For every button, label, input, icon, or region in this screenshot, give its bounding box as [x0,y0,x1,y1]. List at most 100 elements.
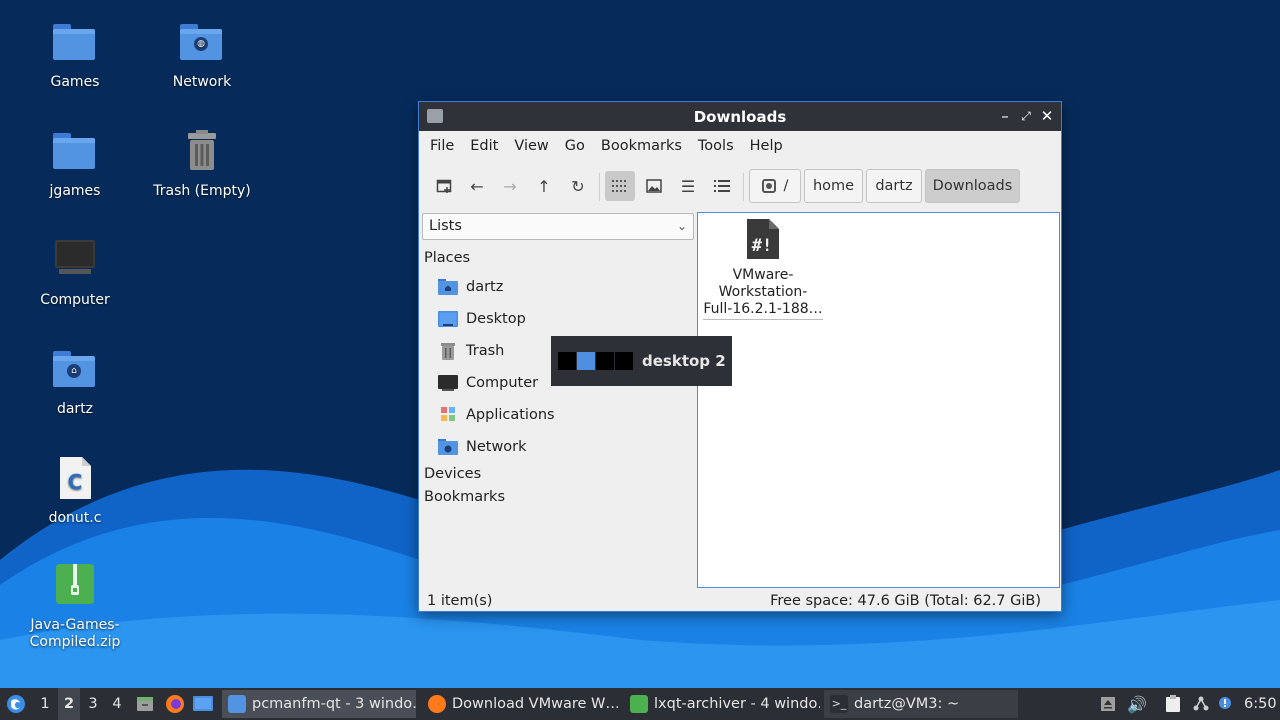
drive-icon [761,179,776,193]
place-trash[interactable]: Trash [438,338,504,364]
task-label: pcmanfm-qt - 3 windo… [252,696,416,712]
desktop-icon-donut-c[interactable]: C donut.c [15,456,135,527]
desktop-icon-label: jgames [49,183,101,199]
clock[interactable]: 6:50 [1244,688,1277,720]
breadcrumb-dartz[interactable]: dartz [866,169,922,203]
file-item[interactable]: #! VMware- Workstation- Full-16.2.1-188… [703,219,823,320]
desktop-switch-2[interactable]: 2 [58,688,80,720]
task-lxqt-archiver[interactable]: lxqt-archiver - 4 windo… [624,690,820,718]
trash-icon [178,129,226,177]
close-button[interactable]: ✕ [1037,106,1057,126]
devices-header[interactable]: Devices [424,466,481,482]
desktop-icon-trash[interactable]: Trash (Empty) [142,129,262,200]
desktop-switch-4[interactable]: 4 [106,688,128,720]
taskbar: 1 2 3 4 pcmanfm-qt - 3 windo… Download V… [0,688,1280,720]
task-terminal[interactable]: >_ dartz@VM3: ~ [824,690,1018,718]
desktop-icon-label: donut.c [48,510,102,526]
volume-icon[interactable]: 🔊 [1126,688,1148,720]
up-arrow-icon[interactable]: ↑ [529,171,559,201]
show-desktop-icon[interactable] [192,688,214,720]
home-folder-icon: ⌂ [53,351,95,387]
file-view[interactable]: #! VMware- Workstation- Full-16.2.1-188… [697,212,1060,588]
firefox-icon[interactable] [164,688,186,720]
place-desktop[interactable]: Desktop [438,306,526,332]
folder-icon [53,24,95,60]
compact-view-icon[interactable]: ☰ [673,171,703,201]
tray-eject-icon[interactable] [1098,688,1118,720]
terminal-icon: >_ [830,695,848,713]
menu-help[interactable]: Help [743,138,790,154]
place-label: Computer [466,375,539,391]
icon-view-icon[interactable] [605,171,635,201]
breadcrumb-home[interactable]: home [804,169,863,203]
place-computer[interactable]: Computer [438,370,538,396]
minimize-button[interactable]: – [995,106,1015,126]
desktop-icon-label: dartz [56,401,94,417]
back-arrow-icon[interactable]: ← [462,171,492,201]
menu-go[interactable]: Go [558,138,592,154]
desktop-icon-network[interactable]: ◍ Network [142,20,262,91]
desktop-cell-current [577,352,595,370]
breadcrumb-root-label: / [783,178,789,194]
update-notifier-icon[interactable] [1214,688,1236,720]
desktop-cell [558,352,576,370]
desktop-icon-jgames[interactable]: jgames [15,129,135,200]
status-bar: 1 item(s) Free space: 47.6 GiB (Total: 6… [419,589,1061,613]
desktop-switch-1[interactable]: 1 [34,688,56,720]
bookmarks-header[interactable]: Bookmarks [424,489,505,505]
c-source-file-icon: C [51,456,99,504]
place-label: dartz [466,279,504,295]
computer-icon [438,374,458,392]
side-pane-mode-select[interactable]: Lists ⌄ [422,213,694,240]
maximize-button[interactable]: ⤢ [1016,106,1036,126]
desktop-icon-dartz[interactable]: ⌂ dartz [15,347,135,418]
place-label: Applications [466,407,555,423]
desktop-icon-computer[interactable]: Computer [15,238,135,309]
desktop-switch-3[interactable]: 3 [82,688,104,720]
breadcrumb-downloads[interactable]: Downloads [925,169,1020,203]
network-status-icon[interactable] [1190,688,1212,720]
clipboard-icon[interactable] [1162,688,1184,720]
network-folder-icon: ◍ [180,24,222,60]
desktop-icon-label: Network [172,74,232,90]
thumbnail-view-icon[interactable] [639,171,669,201]
place-dartz[interactable]: dartz [438,274,503,300]
home-folder-icon [438,278,458,296]
task-firefox[interactable]: Download VMware W… [422,690,618,718]
desktop-icon-label: Java-Games- Compiled.zip [29,617,121,650]
detailed-list-view-icon[interactable] [707,171,737,201]
file-manager-window: Downloads – ⤢ ✕ File Edit View Go Bookma… [418,101,1062,612]
file-name: VMware- Workstation- Full-16.2.1-188… [703,267,823,320]
folder-icon [53,133,95,169]
forward-arrow-icon[interactable]: → [495,171,525,201]
side-pane: Lists ⌄ Places dartz Desktop Trash Compu… [421,212,695,588]
window-folder-icon [427,109,443,123]
menu-view[interactable]: View [507,138,555,154]
breadcrumb-root[interactable]: / [749,169,801,203]
desktop-icon-games[interactable]: Games [15,20,135,91]
menu-file[interactable]: File [423,138,461,154]
side-pane-mode-value: Lists [429,218,462,234]
menu-tools[interactable]: Tools [691,138,741,154]
zip-archive-icon [630,695,648,713]
menu-edit[interactable]: Edit [463,138,505,154]
file-manager-launcher-icon[interactable] [134,688,156,720]
task-label: dartz@VM3: ~ [854,696,960,712]
menubar: File Edit View Go Bookmarks Tools Help [419,131,1061,161]
menu-bookmarks[interactable]: Bookmarks [594,138,689,154]
main-menu-icon[interactable] [4,688,28,720]
task-pcmanfm[interactable]: pcmanfm-qt - 3 windo… [222,690,416,718]
desktop-switch-osd: desktop 2 [551,336,732,386]
place-network[interactable]: Network [438,434,527,460]
desktop-icon-java-games-zip[interactable]: Java-Games- Compiled.zip [15,563,135,651]
new-tab-icon[interactable] [429,171,459,201]
place-applications[interactable]: Applications [438,402,555,428]
window-titlebar[interactable]: Downloads – ⤢ ✕ [419,102,1061,131]
computer-icon [51,238,99,286]
network-folder-icon [438,438,458,456]
free-space: Free space: 47.6 GiB (Total: 62.7 GiB) [770,593,1041,609]
svg-text:C: C [68,470,83,494]
places-header[interactable]: Places [424,250,470,266]
reload-icon[interactable]: ↻ [563,171,593,201]
desktop-icon-label: Games [50,74,100,90]
